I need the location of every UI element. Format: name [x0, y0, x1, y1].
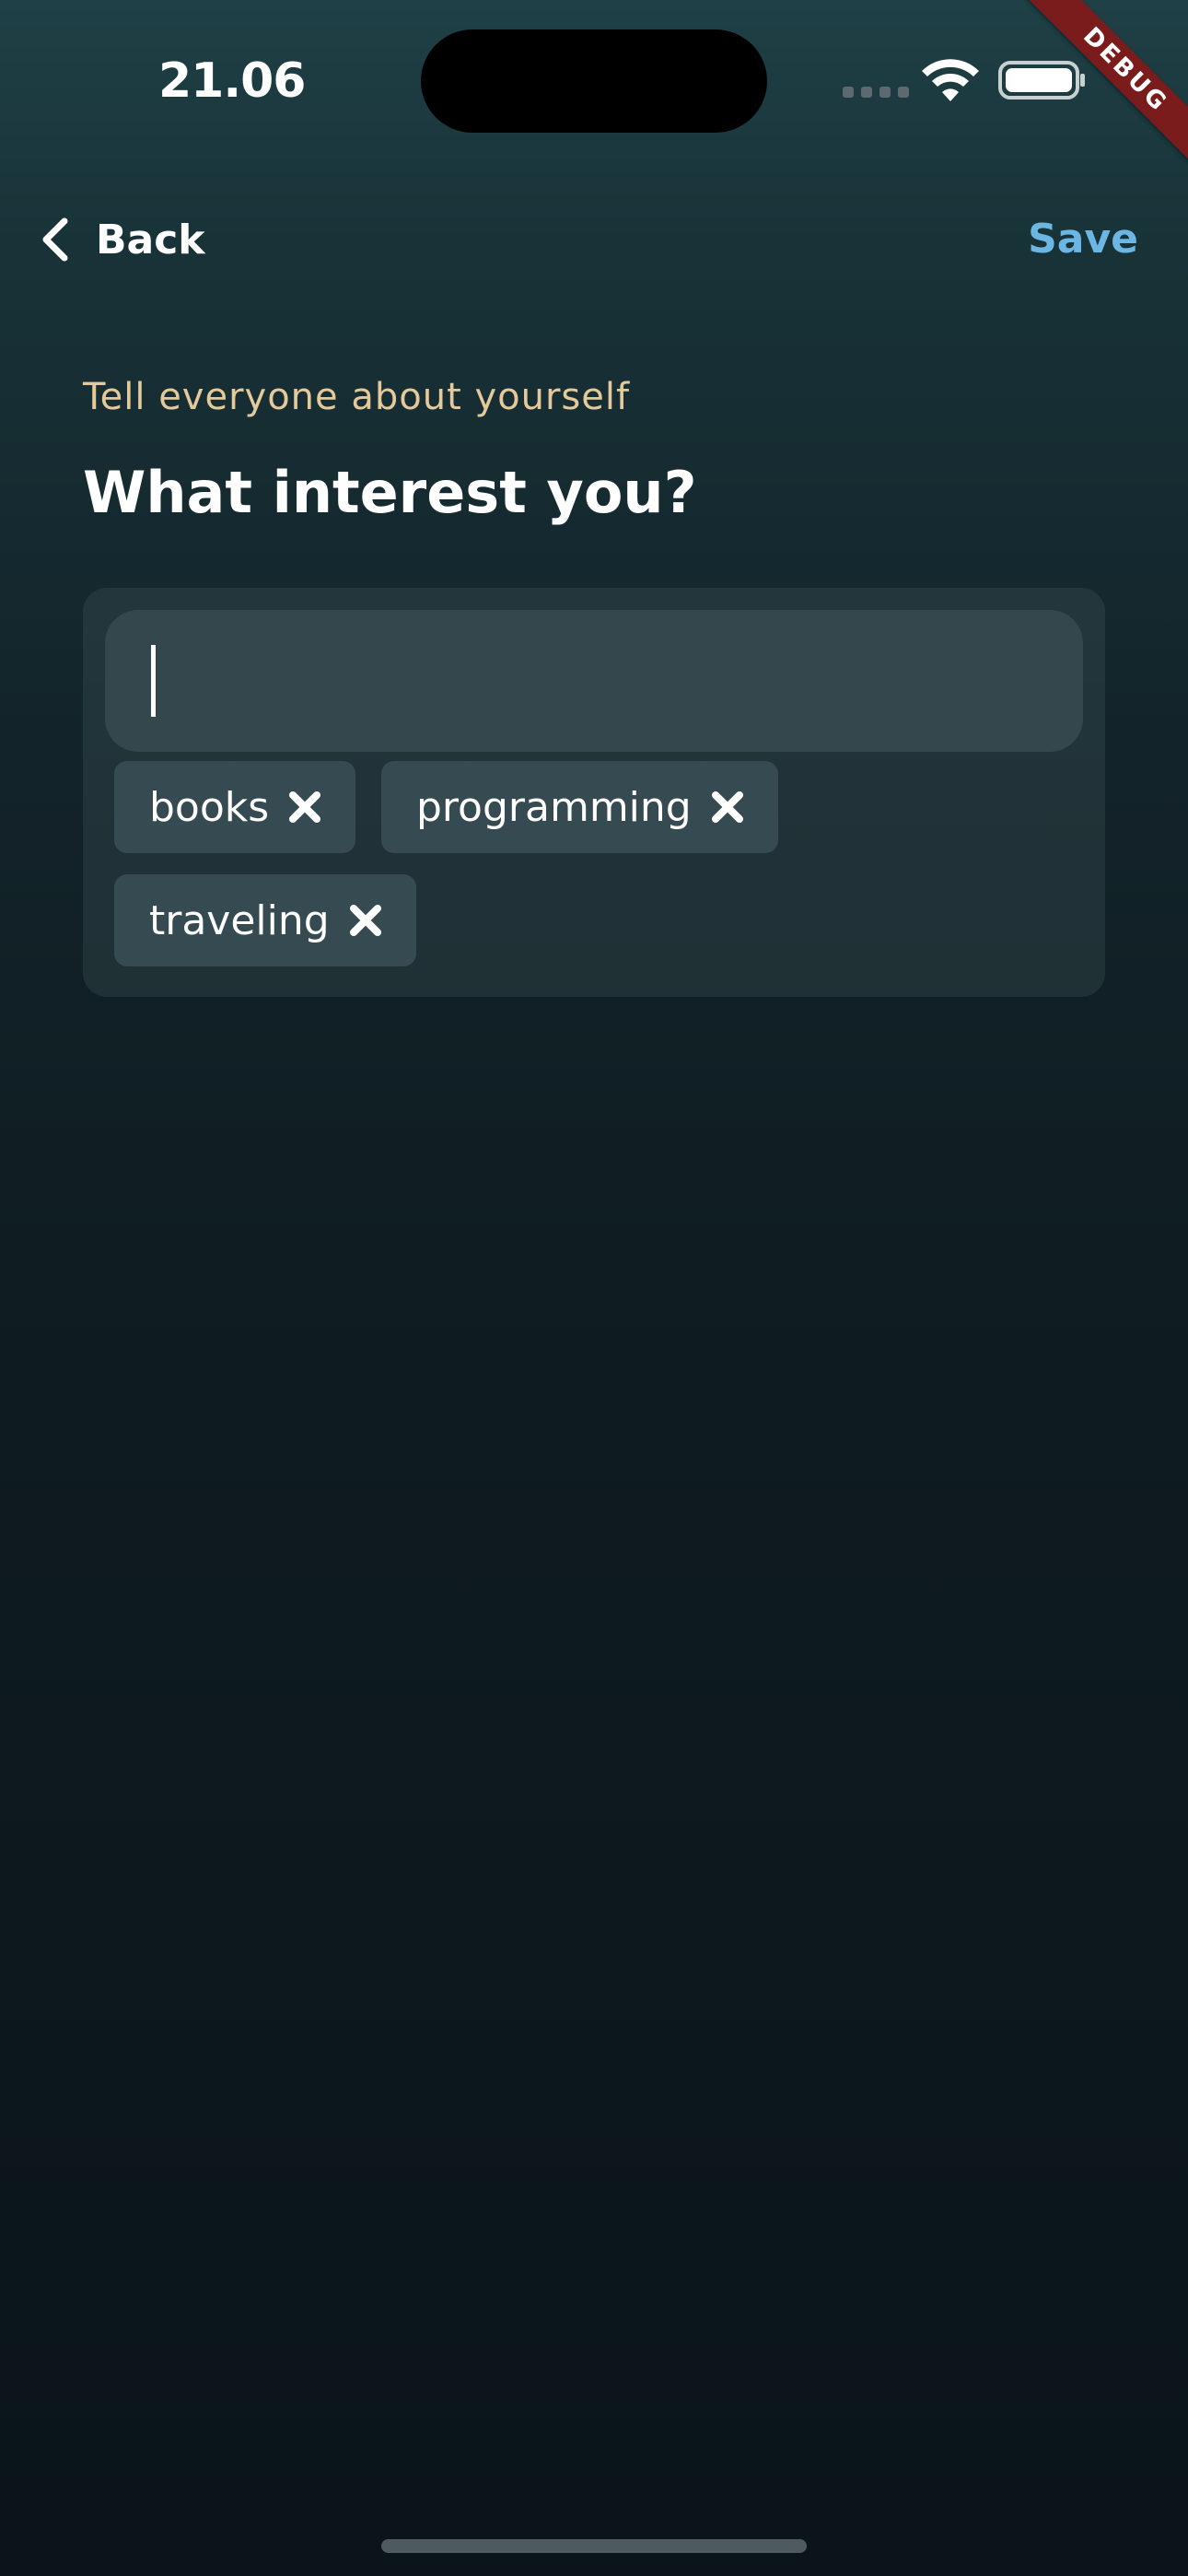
chip-label: traveling [149, 896, 330, 944]
wifi-icon [922, 59, 979, 101]
interests-card: books programming traveling [83, 588, 1105, 997]
close-icon[interactable] [710, 790, 745, 825]
page-subtitle: Tell everyone about yourself [83, 376, 631, 418]
back-label: Back [96, 216, 205, 263]
dynamic-island [421, 29, 767, 133]
home-indicator[interactable] [381, 2539, 807, 2553]
cellular-signal-icon [843, 87, 909, 98]
status-time: 21.06 [158, 53, 306, 109]
chip-label: books [149, 783, 270, 831]
interest-chip-traveling: traveling [114, 874, 416, 966]
debug-ribbon: DEBUG [1013, 0, 1188, 175]
save-button[interactable]: Save [1028, 207, 1138, 272]
chevron-left-icon [42, 217, 68, 262]
interest-chip-programming: programming [381, 761, 778, 853]
back-button[interactable]: Back [37, 207, 205, 272]
interest-input[interactable] [105, 610, 1083, 752]
chip-label: programming [416, 783, 692, 831]
page-title: What interest you? [83, 459, 697, 526]
close-icon[interactable] [287, 790, 322, 825]
interest-chip-books: books [114, 761, 356, 853]
debug-label: DEBUG [1014, 0, 1188, 175]
text-caret [151, 645, 156, 717]
close-icon[interactable] [348, 903, 383, 938]
